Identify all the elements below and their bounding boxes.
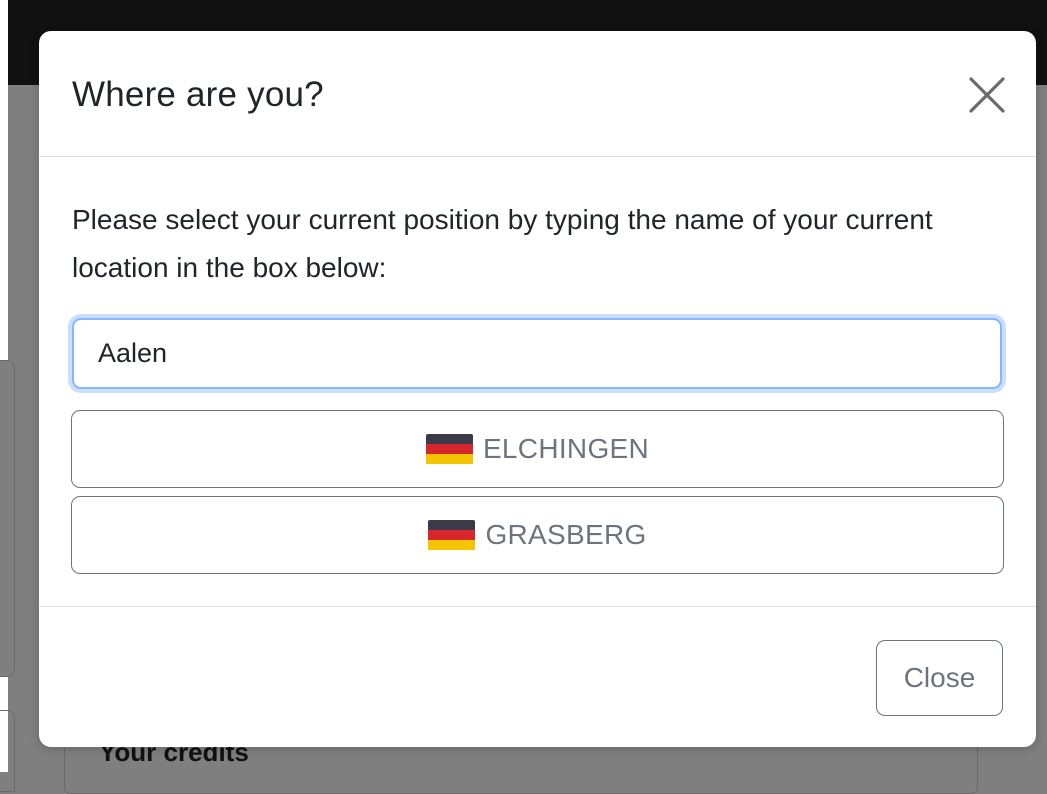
- modal-body: Please select your current position by t…: [39, 157, 1036, 605]
- location-result-label: ELCHINGEN: [482, 433, 650, 464]
- modal-footer: Close: [39, 606, 1036, 747]
- close-x-icon[interactable]: [967, 75, 1007, 115]
- close-button[interactable]: Close: [876, 640, 1003, 716]
- modal-header: Where are you?: [39, 31, 1036, 157]
- germany-flag-icon: [425, 433, 473, 465]
- location-result-elchingen[interactable]: ELCHINGEN: [71, 410, 1004, 488]
- location-result-grasberg[interactable]: GRASBERG: [71, 496, 1004, 574]
- location-search-input[interactable]: [72, 318, 1002, 389]
- germany-flag-icon: [428, 519, 476, 551]
- modal-title: Where are you?: [72, 75, 324, 114]
- instruction-text: Please select your current position by t…: [72, 204, 933, 283]
- background-card-left-lower: [0, 710, 15, 792]
- background-card-left: [0, 360, 15, 677]
- location-result-label: GRASBERG: [485, 519, 647, 550]
- location-modal: Where are you? Please select your curren…: [39, 31, 1036, 747]
